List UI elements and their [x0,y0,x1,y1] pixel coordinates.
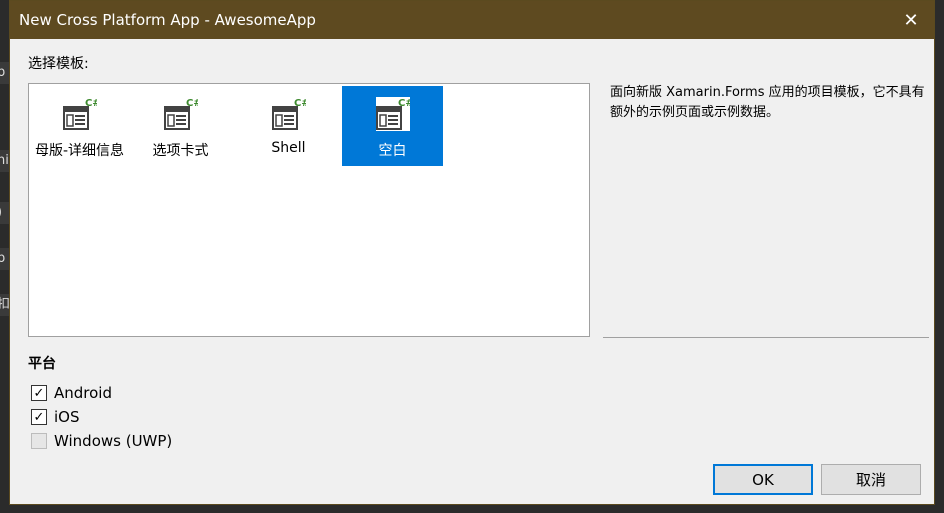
ok-button[interactable]: OK [713,464,813,495]
template-master-detail[interactable]: C# 母版-详细信息 [29,86,130,166]
template-label: 空白 [378,143,407,159]
csharp-template-icon: C# [375,97,410,131]
close-button[interactable]: ✕ [888,1,934,39]
csharp-template-icon: C# [163,98,198,130]
platform-label: 平台 [28,356,56,372]
platform-uwp-option: Windows (UWP) [31,431,172,451]
svg-text:C#: C# [85,98,97,109]
svg-text:C#: C# [398,98,410,109]
svg-text:C#: C# [294,98,306,109]
csharp-template-icon: C# [271,98,306,130]
template-blank[interactable]: C# 空白 [342,86,443,166]
platform-option-label: Windows (UWP) [54,432,173,450]
template-label: 选项卡式 [152,143,209,159]
template-label: 母版-详细信息 [34,143,125,159]
new-cross-platform-app-dialog: New Cross Platform App - AwesomeApp ✕ 选择… [9,0,935,505]
platform-option-label: iOS [54,408,80,426]
template-shell[interactable]: C# Shell [238,86,339,166]
csharp-template-icon: C# [62,98,97,130]
ios-checkbox[interactable]: ✓ [31,409,47,425]
svg-text:C#: C# [186,98,198,109]
dialog-title: New Cross Platform App - AwesomeApp [19,11,316,29]
title-bar[interactable]: New Cross Platform App - AwesomeApp ✕ [10,1,934,39]
template-label: Shell [271,140,306,156]
platform-ios-option[interactable]: ✓ iOS [31,407,80,427]
description-divider [603,337,929,338]
template-list[interactable]: C# 母版-详细信息 C# 选项卡式 [28,83,590,337]
close-icon: ✕ [903,9,919,31]
template-tabbed[interactable]: C# 选项卡式 [130,86,231,166]
template-description: 面向新版 Xamarin.Forms 应用的项目模板，它不具有额外的示例页面或示… [610,85,925,120]
android-checkbox[interactable]: ✓ [31,385,47,401]
select-template-label: 选择模板: [28,56,89,72]
platform-option-label: Android [54,384,112,402]
cancel-button[interactable]: 取消 [821,464,921,495]
uwp-checkbox [31,433,47,449]
platform-android-option[interactable]: ✓ Android [31,383,112,403]
